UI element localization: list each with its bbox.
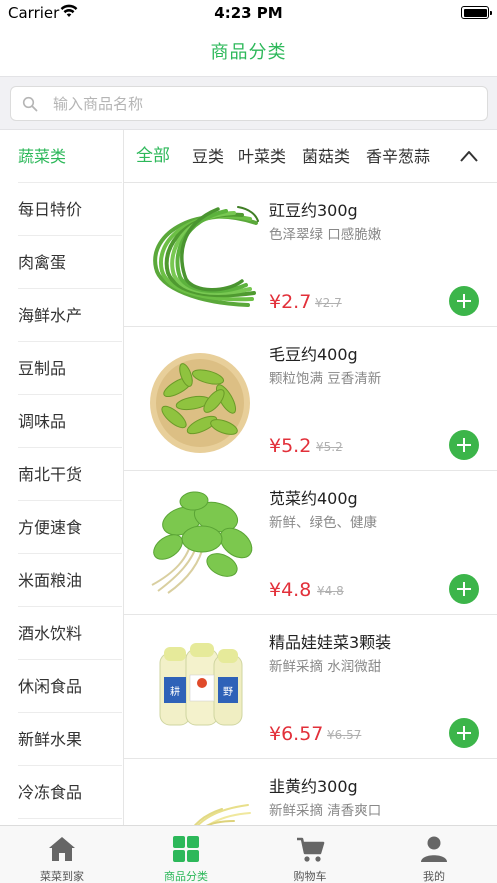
tab-all[interactable]: 全部 <box>136 130 170 183</box>
sidebar-item-vegetables[interactable]: 蔬菜类 <box>18 130 122 183</box>
tab-categories-label: 商品分类 <box>164 870 208 883</box>
page-title: 商品分类 <box>210 42 287 63</box>
search-icon <box>22 96 38 112</box>
sidebar-item-instant-food[interactable]: 方便速食 <box>18 501 122 554</box>
product-description: 颗粒饱满 豆香清新 <box>269 371 382 387</box>
product-card[interactable]: 豇豆约300g 色泽翠绿 口感脆嫩 ¥2.7 ¥2.7 <box>124 183 497 327</box>
tab-leafy-greens[interactable]: 叶菜类 <box>238 130 286 183</box>
svg-text:耕: 耕 <box>170 685 180 698</box>
nav-bar: 商品分类 <box>0 26 497 76</box>
product-original-price: ¥5.2 <box>316 440 343 454</box>
search-box[interactable] <box>10 86 488 121</box>
product-original-price: ¥2.7 <box>315 296 342 310</box>
add-to-cart-button[interactable] <box>449 286 479 316</box>
search-input[interactable] <box>53 87 473 120</box>
tab-cart-label: 购物车 <box>293 870 327 883</box>
product-description: 新鲜、绿色、健康 <box>269 515 377 531</box>
tab-beans[interactable]: 豆类 <box>192 130 224 183</box>
product-price: ¥6.57 <box>269 723 324 745</box>
long-beans-image <box>153 206 259 307</box>
status-bar: Carrier 4:23 PM <box>0 0 497 26</box>
product-card[interactable]: 毛豆约400g 颗粒饱满 豆香清新 ¥5.2 ¥5.2 <box>124 327 497 471</box>
bottom-tab-bar: 菜菜到家 商品分类 购物车 我的 <box>0 825 497 883</box>
user-icon <box>421 836 447 862</box>
tab-home[interactable]: 菜菜到家 <box>0 826 124 883</box>
sidebar-item-seasonings[interactable]: 调味品 <box>18 395 122 448</box>
sidebar-item-dry-goods[interactable]: 南北干货 <box>18 448 122 501</box>
chevron-up-icon[interactable] <box>459 148 479 164</box>
product-description: 色泽翠绿 口感脆嫩 <box>269 227 382 243</box>
sidebar-item-seafood[interactable]: 海鲜水产 <box>18 289 122 342</box>
svg-text:野: 野 <box>223 686 233 698</box>
product-description: 新鲜采摘 水润微甜 <box>269 659 382 675</box>
product-card[interactable]: 苋菜约400g 新鲜、绿色、健康 ¥4.8 ¥4.8 <box>124 471 497 615</box>
edamame-image <box>150 353 250 453</box>
tab-categories[interactable]: 商品分类 <box>124 826 248 883</box>
tab-spices-onion-garlic[interactable]: 香辛葱蒜 <box>366 130 430 183</box>
product-card[interactable]: 耕 野 精品娃娃菜3颗装 新鲜采摘 水润微甜 ¥6.57 ¥6.57 <box>124 615 497 759</box>
sidebar-item-snacks[interactable]: 休闲食品 <box>18 660 122 713</box>
product-original-price: ¥6.57 <box>327 728 362 742</box>
product-name: 毛豆约400g <box>269 345 358 364</box>
add-to-cart-button[interactable] <box>449 430 479 460</box>
tab-home-label: 菜菜到家 <box>40 870 84 883</box>
tab-profile[interactable]: 我的 <box>372 826 496 883</box>
sidebar-item-drinks[interactable]: 酒水饮料 <box>18 607 122 660</box>
search-bar <box>0 76 497 130</box>
tab-mushrooms[interactable]: 菌菇类 <box>302 130 350 183</box>
amaranth-image <box>151 491 253 594</box>
sidebar-item-fresh-fruit[interactable]: 新鲜水果 <box>18 713 122 766</box>
category-sidebar: 蔬菜类 每日特价 肉禽蛋 海鲜水产 豆制品 调味品 南北干货 方便速食 米面粮油… <box>0 130 124 825</box>
baby-cabbage-image: 耕 野 <box>159 643 243 726</box>
sidebar-item-daily-deals[interactable]: 每日特价 <box>18 183 122 236</box>
sidebar-item-frozen-food[interactable]: 冷冻食品 <box>18 766 122 819</box>
product-name: 精品娃娃菜3颗装 <box>269 633 392 652</box>
sidebar-item-meat-poultry-eggs[interactable]: 肉禽蛋 <box>18 236 122 289</box>
clock: 4:23 PM <box>214 4 283 22</box>
subcategory-tabs: 全部 豆类 叶菜类 菌菇类 香辛葱蒜 <box>124 130 497 183</box>
product-price: ¥4.8 <box>269 579 312 601</box>
add-to-cart-button[interactable] <box>449 718 479 748</box>
tab-cart[interactable]: 购物车 <box>248 826 372 883</box>
product-name: 韭黄约300g <box>269 777 358 796</box>
product-name: 豇豆约300g <box>269 201 358 220</box>
product-description: 新鲜采摘 清香爽口 <box>269 803 382 819</box>
battery-icon <box>461 6 492 19</box>
sidebar-item-soy-products[interactable]: 豆制品 <box>18 342 122 395</box>
cart-icon <box>297 837 325 862</box>
category-grid-icon <box>173 836 199 862</box>
product-name: 苋菜约400g <box>269 489 358 508</box>
product-price: ¥2.7 <box>269 291 312 313</box>
sidebar-item-grain-oil[interactable]: 米面粮油 <box>18 554 122 607</box>
add-to-cart-button[interactable] <box>449 574 479 604</box>
product-price: ¥5.2 <box>269 435 312 457</box>
product-original-price: ¥4.8 <box>317 584 344 598</box>
tab-profile-label: 我的 <box>423 870 445 883</box>
home-icon <box>49 837 75 861</box>
